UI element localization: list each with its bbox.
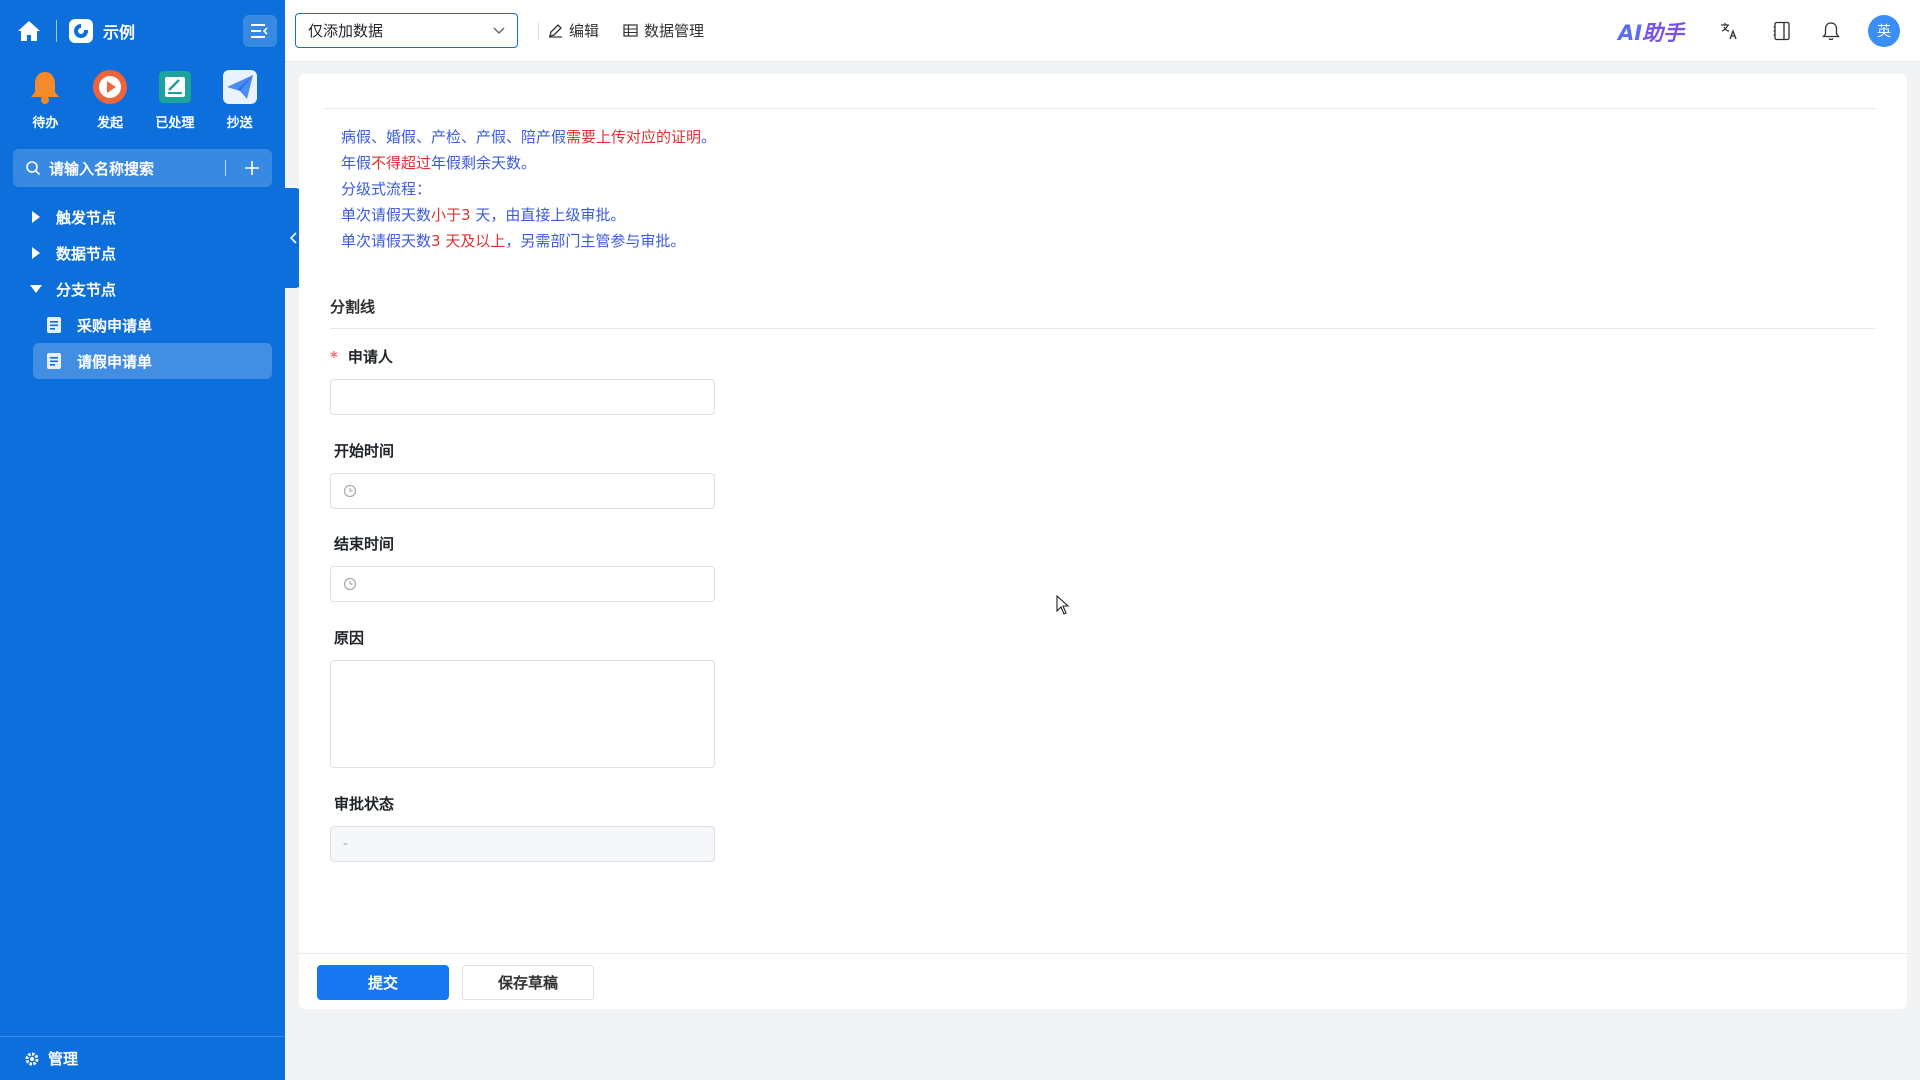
mode-select-value: 仅添加数据: [308, 22, 384, 40]
ai-logo-ai: AI: [1618, 21, 1643, 45]
description-line: 单次请假天数3 天及以上，另需部门主管参与审批。: [341, 232, 686, 250]
quick-action-start[interactable]: 发起: [78, 68, 143, 131]
quick-actions: 待办 发起 已处理 抄送: [0, 62, 285, 131]
data-manage-button[interactable]: 数据管理: [623, 20, 704, 41]
field-start-time: 开始时间: [330, 440, 715, 509]
chevron-left-icon: [290, 232, 297, 244]
checked-doc-icon: [156, 68, 194, 106]
tree-group-data[interactable]: 数据节点: [0, 235, 285, 271]
field-label: 原因: [334, 629, 365, 647]
table-icon: [623, 24, 638, 37]
quick-action-label: 待办: [32, 116, 59, 131]
play-icon: [91, 68, 129, 106]
home-icon[interactable]: [16, 18, 42, 44]
required-mark: *: [330, 348, 338, 366]
field-applicant: * 申请人: [330, 346, 715, 415]
notification-bell-icon[interactable]: [1819, 19, 1843, 43]
topbar: 仅添加数据 编辑 数据管理 AI助手 英: [285, 0, 1920, 62]
field-approval-status: 审批状态 -: [330, 793, 715, 862]
search-separator: [225, 160, 226, 176]
translate-icon[interactable]: [1717, 19, 1741, 43]
card-top-divider: [324, 108, 1876, 109]
tree-leaf-purchase-form[interactable]: 采购申请单: [33, 307, 272, 343]
user-avatar[interactable]: 英: [1868, 15, 1900, 47]
mode-select[interactable]: 仅添加数据: [295, 13, 518, 48]
paper-plane-icon: [221, 68, 259, 106]
menu-toggle-button[interactable]: [243, 15, 277, 47]
app-logo-icon: [69, 19, 93, 43]
tree-leaf-leave-form[interactable]: 请假申请单: [33, 343, 272, 379]
form-footer: 提交 保存草稿: [299, 953, 1907, 1009]
notebook-icon[interactable]: [1770, 19, 1794, 43]
clock-icon: [343, 484, 357, 498]
quick-action-processed[interactable]: 已处理: [143, 68, 208, 131]
manage-link[interactable]: 管理: [0, 1036, 285, 1080]
add-icon[interactable]: [244, 160, 260, 176]
sidebar-header: 示例: [0, 0, 285, 62]
caret-down-icon: [28, 284, 44, 294]
quick-action-label: 抄送: [226, 116, 253, 131]
document-icon: [47, 317, 61, 333]
tree-group-label: 数据节点: [56, 244, 117, 263]
manage-label: 管理: [48, 1050, 79, 1068]
pencil-icon: [549, 24, 562, 38]
chevron-down-icon: [493, 27, 505, 34]
gear-icon: [25, 1052, 39, 1065]
save-draft-button[interactable]: 保存草稿: [462, 965, 594, 1000]
clock-icon: [343, 577, 357, 591]
tree-group-label: 分支节点: [56, 280, 117, 299]
app-name: 示例: [103, 23, 136, 42]
end-time-picker[interactable]: [330, 566, 715, 602]
field-end-time: 结束时间: [330, 533, 715, 602]
reason-textarea[interactable]: [330, 660, 715, 768]
edit-button[interactable]: 编辑: [548, 20, 599, 41]
mouse-cursor-icon: [1056, 594, 1070, 619]
ai-logo-text: 助手: [1642, 21, 1685, 45]
form-description: 病假、婚假、产检、产假、陪产假需要上传对应的证明。 年假不得超过年假剩余天数。 …: [341, 124, 716, 254]
field-label: * 申请人: [330, 348, 393, 366]
divider-line: [330, 328, 1876, 329]
applicant-input[interactable]: [330, 379, 715, 415]
toolbar-divider: [538, 22, 539, 40]
quick-action-todo[interactable]: 待办: [13, 68, 78, 131]
submit-button[interactable]: 提交: [317, 965, 449, 1000]
quick-action-cc[interactable]: 抄送: [207, 68, 272, 131]
tree-group-label: 触发节点: [56, 208, 117, 227]
caret-right-icon: [28, 247, 44, 259]
description-line: 单次请假天数小于3 天，由直接上级审批。: [341, 206, 626, 224]
search-input[interactable]: 请输入名称搜索: [49, 158, 225, 179]
tree-leaf-label: 请假申请单: [77, 352, 153, 371]
field-reason: 原因: [330, 627, 715, 768]
field-label: 审批状态: [334, 795, 395, 813]
start-time-picker[interactable]: [330, 473, 715, 509]
node-tree: 触发节点 数据节点 分支节点 采购申请单 请假申请单: [0, 199, 285, 379]
section-divider: 分割线: [330, 296, 1876, 329]
bell-icon: [26, 68, 64, 106]
caret-right-icon: [28, 211, 44, 223]
divider-title: 分割线: [330, 298, 376, 316]
header-separator: [56, 20, 57, 42]
document-icon: [47, 353, 61, 369]
description-line: 分级式流程：: [341, 180, 432, 198]
approval-status-input: -: [330, 826, 715, 862]
description-line: 病假、婚假、产检、产假、陪产假需要上传对应的证明。: [341, 128, 717, 146]
quick-action-label: 发起: [97, 116, 124, 131]
sidebar: 示例 待办 发起 已处理 抄送 请输入名称搜索 触发节点 数据节点 分支节点 采…: [0, 0, 285, 1080]
description-line: 年假不得超过年假剩余天数。: [341, 154, 537, 172]
form-card: 病假、婚假、产检、产假、陪产假需要上传对应的证明。 年假不得超过年假剩余天数。 …: [299, 74, 1907, 1009]
ai-assistant-button[interactable]: AI助手: [1618, 17, 1684, 47]
edit-label: 编辑: [569, 22, 600, 40]
sidebar-search: 请输入名称搜索: [13, 149, 272, 187]
field-label: 开始时间: [334, 442, 395, 460]
data-manage-label: 数据管理: [644, 22, 705, 40]
tree-group-trigger[interactable]: 触发节点: [0, 199, 285, 235]
quick-action-label: 已处理: [155, 116, 195, 131]
search-icon: [26, 161, 41, 176]
tree-group-branch[interactable]: 分支节点: [0, 271, 285, 307]
tree-leaf-label: 采购申请单: [77, 316, 153, 335]
field-label: 结束时间: [334, 535, 395, 553]
